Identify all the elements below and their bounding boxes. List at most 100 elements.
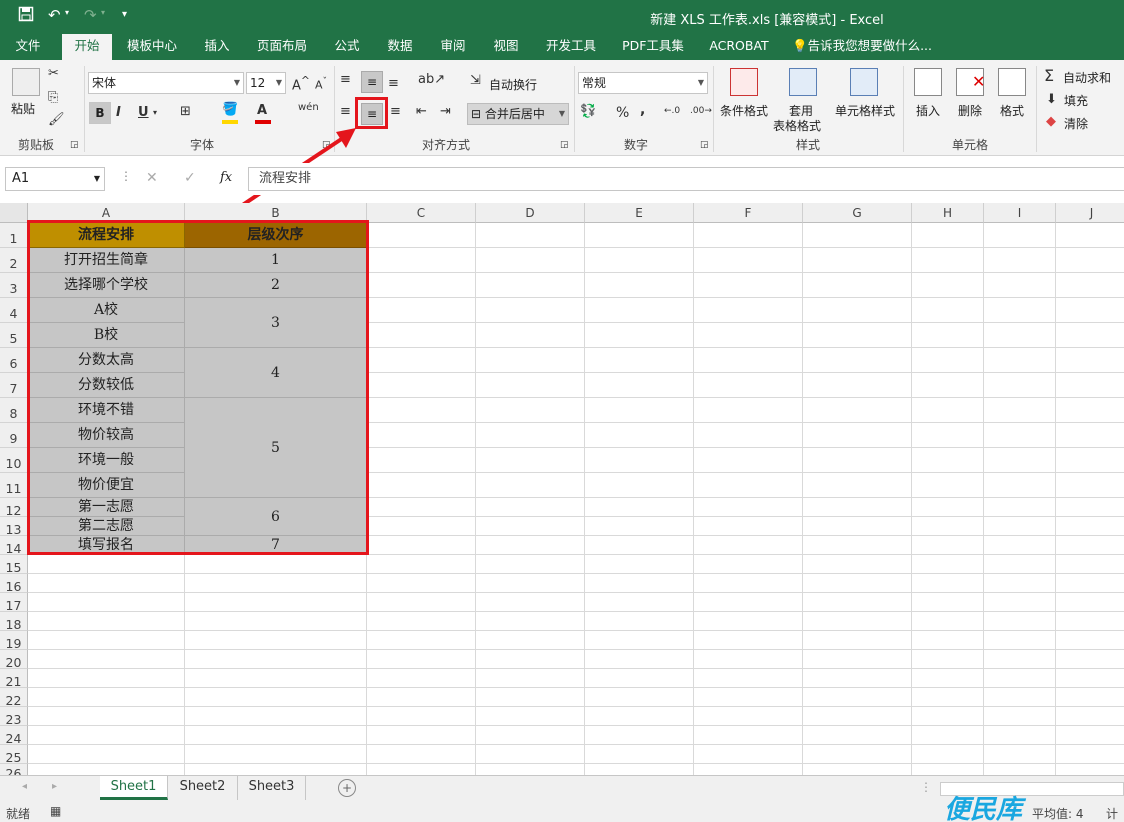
cell[interactable] (585, 248, 694, 273)
cell[interactable] (367, 631, 476, 650)
cell[interactable] (185, 631, 367, 650)
cell[interactable] (803, 473, 912, 498)
add-sheet-icon[interactable]: + (338, 779, 356, 797)
cell[interactable] (694, 555, 803, 574)
name-box[interactable]: A1 ▼ (5, 167, 105, 191)
row-header[interactable]: 2 (0, 248, 28, 273)
cell[interactable] (803, 536, 912, 555)
font-color-icon[interactable]: A (257, 103, 267, 118)
cell[interactable] (476, 248, 585, 273)
cell[interactable] (367, 688, 476, 707)
cell[interactable] (476, 223, 585, 248)
cell[interactable] (803, 555, 912, 574)
sheet-tab-3[interactable]: Sheet3 (238, 776, 306, 800)
cell[interactable] (694, 323, 803, 348)
cell[interactable] (1056, 517, 1124, 536)
cell[interactable] (984, 323, 1056, 348)
cell[interactable] (803, 323, 912, 348)
row-header[interactable]: 3 (0, 273, 28, 298)
cell[interactable] (694, 726, 803, 745)
cell[interactable] (984, 745, 1056, 764)
cell[interactable] (1056, 348, 1124, 373)
cell[interactable] (585, 498, 694, 517)
cell[interactable] (476, 273, 585, 298)
cell[interactable] (185, 574, 367, 593)
cell[interactable] (694, 298, 803, 323)
cell[interactable] (912, 688, 984, 707)
select-all-corner[interactable] (0, 203, 28, 223)
cell[interactable] (28, 574, 185, 593)
tab-acrobat[interactable]: ACROBAT (702, 34, 776, 60)
cell[interactable] (367, 348, 476, 373)
cell[interactable] (585, 298, 694, 323)
cell[interactable] (476, 555, 585, 574)
cell[interactable] (367, 373, 476, 398)
cell[interactable] (1056, 448, 1124, 473)
increase-indent-icon[interactable]: ⇥ (440, 104, 451, 119)
cell[interactable] (1056, 298, 1124, 323)
cell[interactable] (803, 448, 912, 473)
cell[interactable] (912, 574, 984, 593)
cell[interactable] (585, 223, 694, 248)
row-header[interactable]: 13 (0, 517, 28, 537)
cell[interactable] (694, 707, 803, 726)
tab-page-layout[interactable]: 页面布局 (250, 34, 314, 60)
cell[interactable] (476, 688, 585, 707)
align-top-icon[interactable]: ≡ (340, 72, 351, 87)
cell[interactable] (694, 517, 803, 536)
cut-icon[interactable]: ✂ (48, 66, 59, 81)
cell[interactable] (185, 688, 367, 707)
cell[interactable] (984, 574, 1056, 593)
italic-button[interactable]: I (116, 105, 121, 120)
cell[interactable] (912, 348, 984, 373)
cell[interactable] (1056, 688, 1124, 707)
cell[interactable] (912, 631, 984, 650)
row-header[interactable]: 26 (0, 764, 28, 775)
cell[interactable] (476, 498, 585, 517)
row-header[interactable]: 25 (0, 745, 28, 765)
column-header[interactable]: H (912, 203, 984, 223)
cell[interactable] (476, 348, 585, 373)
cell[interactable] (984, 707, 1056, 726)
column-header[interactable]: C (367, 203, 476, 223)
cell[interactable] (1056, 498, 1124, 517)
cell[interactable] (476, 745, 585, 764)
cell[interactable] (912, 555, 984, 574)
cell[interactable] (694, 448, 803, 473)
cancel-icon[interactable]: ✕ (146, 170, 158, 186)
cell[interactable] (1056, 273, 1124, 298)
merge-center-button[interactable]: ⊟ 合并后居中 ▼ (467, 103, 569, 125)
cell[interactable] (1056, 574, 1124, 593)
cell[interactable] (984, 669, 1056, 688)
cell[interactable] (28, 669, 185, 688)
row-header[interactable]: 10 (0, 448, 28, 473)
cell[interactable] (185, 650, 367, 669)
cell[interactable] (28, 650, 185, 669)
cell-styles-button[interactable]: 单元格样式 (835, 102, 895, 119)
cell[interactable] (185, 555, 367, 574)
cell[interactable] (585, 688, 694, 707)
clear-button[interactable]: 清除 (1064, 115, 1088, 132)
cell[interactable] (476, 373, 585, 398)
cell[interactable] (984, 473, 1056, 498)
cell[interactable] (694, 612, 803, 631)
cell[interactable] (367, 536, 476, 555)
cell[interactable] (367, 517, 476, 536)
sheet-tab-2[interactable]: Sheet2 (168, 776, 238, 800)
cell[interactable] (367, 669, 476, 688)
cell[interactable] (367, 473, 476, 498)
conditional-format-button[interactable]: 条件格式 (720, 102, 768, 119)
cell[interactable] (694, 669, 803, 688)
cell[interactable] (1056, 650, 1124, 669)
cell[interactable] (1056, 555, 1124, 574)
cell[interactable] (803, 498, 912, 517)
cell[interactable] (984, 517, 1056, 536)
cell[interactable] (912, 223, 984, 248)
cell[interactable] (912, 745, 984, 764)
cell[interactable] (585, 707, 694, 726)
fill-button[interactable]: 填充 (1064, 92, 1088, 109)
cell[interactable] (912, 248, 984, 273)
cell[interactable] (185, 612, 367, 631)
column-header[interactable]: E (585, 203, 694, 223)
tab-templates[interactable]: 模板中心 (120, 34, 184, 60)
